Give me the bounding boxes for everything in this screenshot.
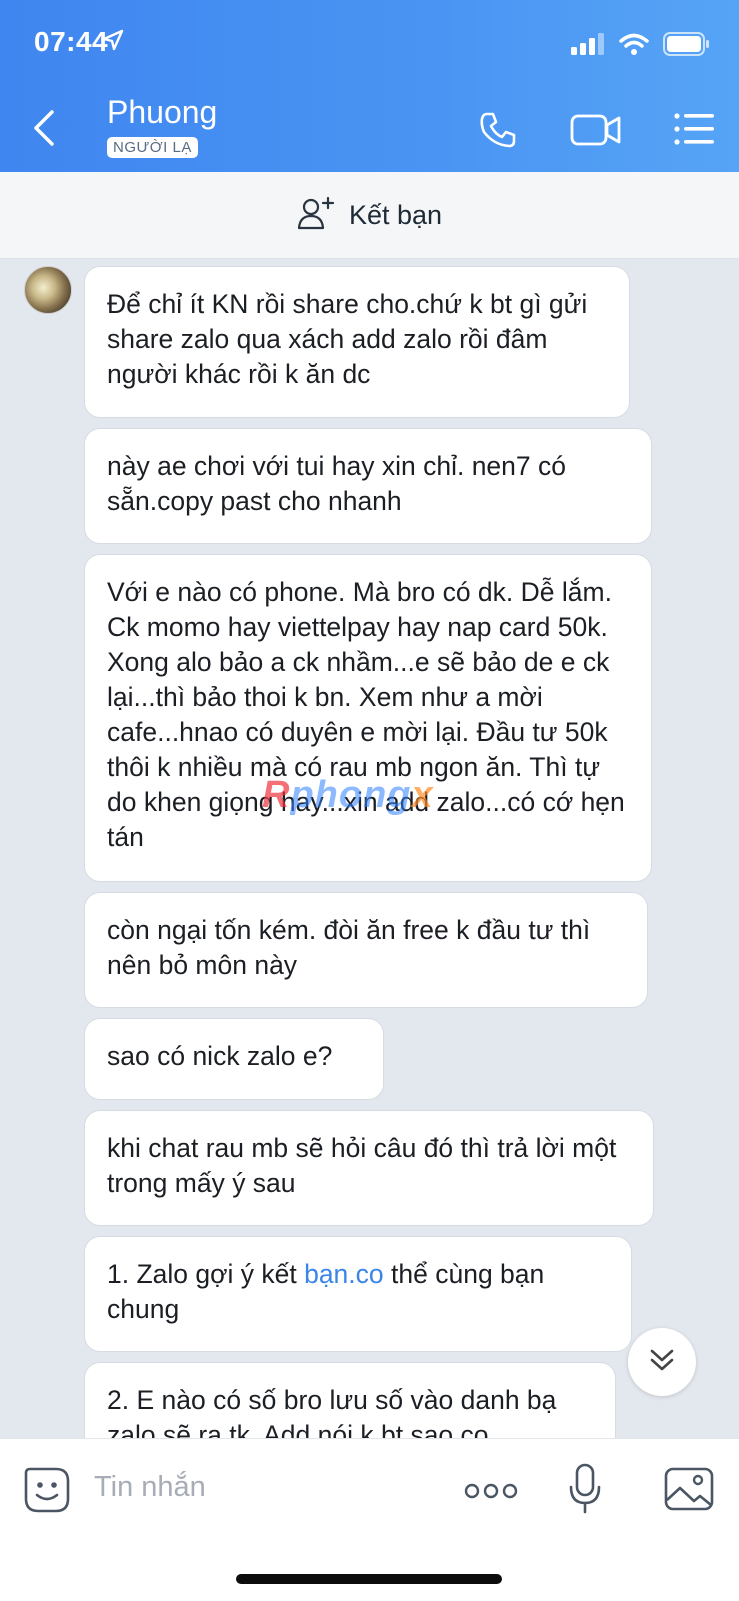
cellular-signal-icon [571,33,605,60]
watermark-x: x [411,774,434,816]
message-input-bar: Tin nhắn [0,1438,739,1601]
message-text: khi chat rau mb sẽ hỏi câu đó thì trả lờ… [107,1133,617,1198]
message-bubble[interactable]: khi chat rau mb sẽ hỏi câu đó thì trả lờ… [84,1110,654,1226]
microphone-icon[interactable] [568,1463,602,1520]
status-icons [102,29,711,61]
sticker-emoji-icon[interactable] [22,1465,72,1520]
message-text: Để chỉ ít KN rồi share cho.chứ k bt gì g… [107,289,588,389]
contact-name[interactable]: Phuong [107,94,217,131]
message-text-part: 1. Zalo gợi ý kết [107,1259,305,1289]
message-bubble[interactable]: sao có nick zalo e? [84,1018,384,1100]
back-chevron-icon[interactable] [28,108,60,148]
message-input[interactable]: Tin nhắn [94,1471,206,1504]
video-call-icon[interactable] [570,112,622,153]
phone-call-icon[interactable] [478,110,518,155]
stranger-badge: NGƯỜI LẠ [107,137,198,158]
watermark: Rphongx [262,774,434,817]
location-arrow-icon [101,28,125,57]
message-text: còn ngại tốn kém. đòi ăn free k đầu tư t… [107,915,591,980]
add-user-icon [297,196,335,235]
message-bubble[interactable]: Để chỉ ít KN rồi share cho.chứ k bt gì g… [84,266,630,418]
more-options-icon[interactable] [464,1481,518,1506]
image-gallery-icon[interactable] [664,1467,714,1516]
status-time: 07:44 [34,26,109,57]
avatar[interactable] [24,266,72,314]
message-bubble[interactable]: 1. Zalo gợi ý kết bạn.co thể cùng bạn ch… [84,1236,632,1352]
message-bubble[interactable]: này ae chơi với tui hay xin chỉ. nen7 có… [84,428,652,544]
watermark-main: phong [290,774,412,816]
battery-icon [663,32,711,61]
scroll-to-bottom-button[interactable] [628,1328,696,1396]
chat-header: 07:44 Phuong NGƯỜI LẠ [0,0,739,172]
message-bubble[interactable]: còn ngại tốn kém. đòi ăn free k đầu tư t… [84,892,648,1008]
message-bubble[interactable]: Với e nào có phone. Mà bro có dk. Dễ lắm… [84,554,652,882]
message-link[interactable]: bạn.co [304,1259,384,1289]
watermark-r: R [262,774,291,816]
message-text: sao có nick zalo e? [107,1041,333,1071]
add-friend-label: Kết bạn [348,199,443,230]
wifi-icon [619,33,649,60]
menu-list-icon[interactable] [674,112,716,151]
add-friend-bar[interactable]: Kết bạn [0,172,739,259]
double-chevron-down-icon [647,1345,677,1380]
message-text: này ae chơi với tui hay xin chỉ. nen7 có… [107,451,567,516]
home-indicator [236,1574,502,1584]
